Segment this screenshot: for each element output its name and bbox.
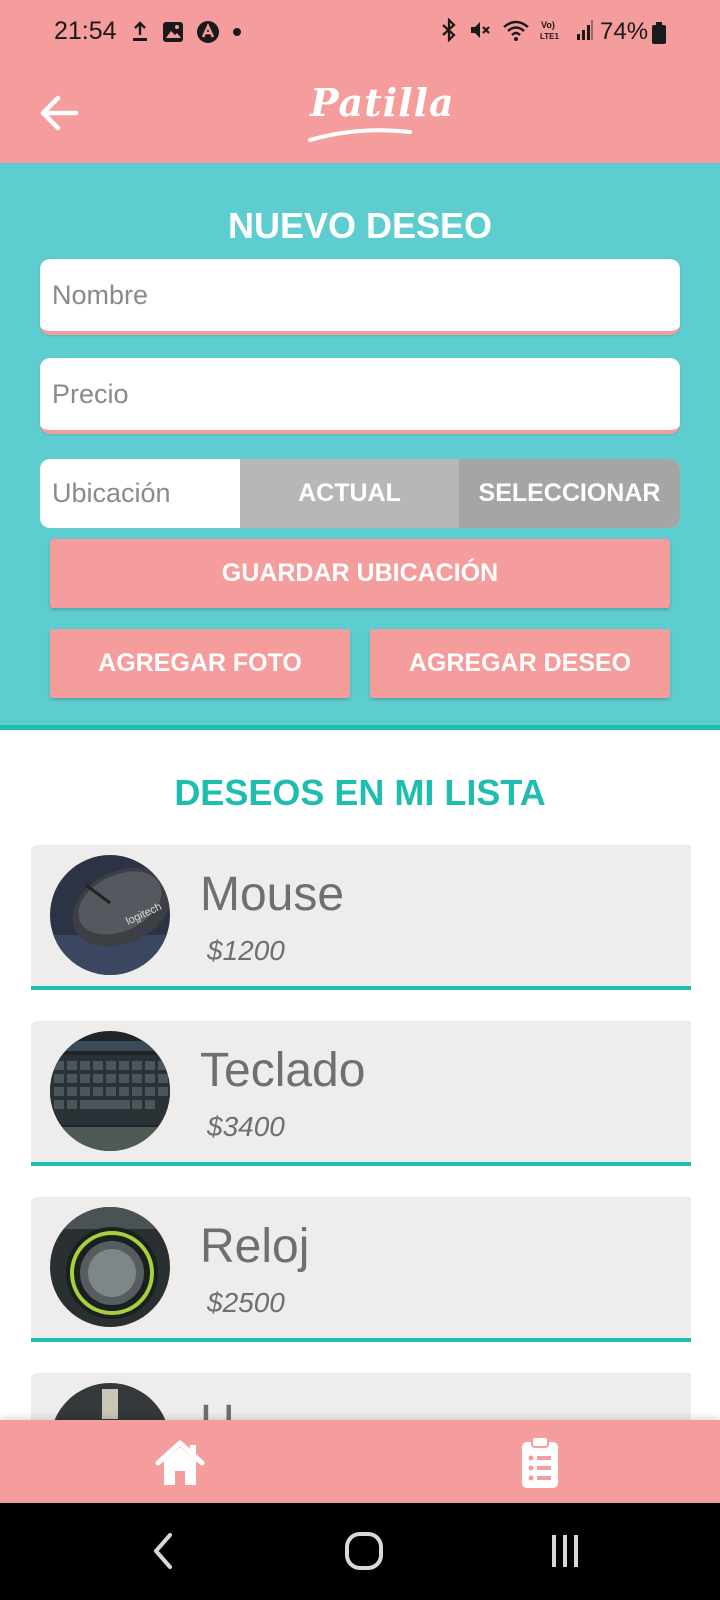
app-notification-icon bbox=[197, 21, 219, 43]
location-row: Ubicación ACTUAL SELECCIONAR bbox=[40, 459, 680, 528]
add-photo-button[interactable]: AGREGAR FOTO bbox=[50, 629, 350, 698]
current-location-button[interactable]: ACTUAL bbox=[240, 459, 459, 528]
battery-level: 74% bbox=[600, 18, 649, 45]
back-arrow-icon[interactable] bbox=[36, 90, 82, 136]
gallery-icon bbox=[163, 22, 183, 42]
system-back-icon[interactable] bbox=[148, 1531, 178, 1571]
bottom-nav bbox=[0, 1420, 720, 1503]
mouse-photo-icon: logitech bbox=[50, 855, 170, 975]
system-home-icon[interactable] bbox=[344, 1531, 384, 1571]
app-logo: Patilla bbox=[310, 80, 455, 125]
wish-name: Teclado bbox=[200, 1044, 366, 1097]
wish-name: U bbox=[200, 1395, 235, 1422]
wish-item-reloj[interactable]: Reloj $2500 bbox=[31, 1197, 691, 1342]
wish-thumbnail bbox=[50, 1207, 170, 1327]
home-icon[interactable] bbox=[154, 1439, 206, 1487]
add-wish-button[interactable]: AGREGAR DESEO bbox=[370, 629, 670, 698]
price-input[interactable] bbox=[40, 358, 680, 434]
wish-price: $2500 bbox=[207, 1287, 285, 1318]
wish-price: $1200 bbox=[207, 935, 285, 966]
status-time: 21:54 bbox=[54, 17, 117, 45]
wish-thumbnail bbox=[50, 1031, 170, 1151]
keyboard-photo-icon bbox=[50, 1031, 170, 1151]
notification-dot-icon bbox=[233, 28, 241, 36]
wish-item-partial[interactable]: U bbox=[31, 1373, 691, 1422]
wish-item-mouse[interactable]: logitech Mouse $1200 bbox=[31, 845, 691, 990]
save-location-button[interactable]: GUARDAR UBICACIÓN bbox=[50, 539, 670, 608]
location-label: Ubicación bbox=[52, 478, 171, 508]
volte-icon: Vo) LTE1 bbox=[540, 20, 560, 41]
svg-text:Vo): Vo) bbox=[541, 20, 555, 30]
select-location-button[interactable]: SELECCIONAR bbox=[459, 459, 680, 528]
wish-thumbnail bbox=[50, 1383, 170, 1422]
bluetooth-icon bbox=[442, 18, 456, 42]
wish-list: logitech Mouse $1200 Teclado $3400 Reloj… bbox=[0, 840, 720, 1422]
wish-name: Reloj bbox=[200, 1220, 310, 1273]
name-input[interactable] bbox=[40, 259, 680, 335]
wifi-icon bbox=[503, 20, 529, 41]
status-bar: 21:54 Vo) LTE1 74% bbox=[0, 0, 720, 66]
wish-item-teclado[interactable]: Teclado $3400 bbox=[31, 1021, 691, 1166]
battery-icon bbox=[652, 22, 666, 44]
wish-list-title: DESEOS EN MI LISTA bbox=[174, 772, 546, 813]
wish-thumbnail: logitech bbox=[50, 855, 170, 975]
watch-photo-icon bbox=[50, 1207, 170, 1327]
mute-icon bbox=[471, 22, 490, 38]
upload-icon bbox=[133, 21, 147, 41]
new-wish-form: NUEVO DESEO Ubicación ACTUAL SELECCIONAR… bbox=[0, 163, 720, 730]
signal-icon bbox=[577, 20, 593, 40]
logo-swoosh-icon bbox=[308, 128, 412, 142]
svg-text:LTE1: LTE1 bbox=[540, 32, 560, 41]
wish-name: Mouse bbox=[200, 868, 345, 921]
item-photo-icon bbox=[50, 1383, 170, 1422]
wish-price: $3400 bbox=[207, 1111, 285, 1142]
form-title: NUEVO DESEO bbox=[227, 205, 493, 246]
app-bar: Patilla bbox=[0, 66, 720, 163]
list-clipboard-icon[interactable] bbox=[520, 1436, 560, 1490]
system-recents-icon[interactable] bbox=[547, 1531, 583, 1571]
system-nav-bar bbox=[0, 1503, 720, 1600]
